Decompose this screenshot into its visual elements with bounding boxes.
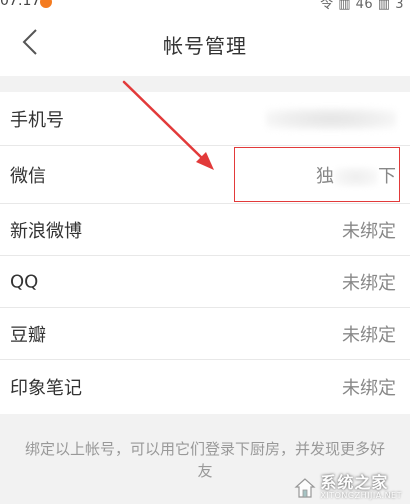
- account-label-yinxiang: 印象笔记: [10, 378, 82, 399]
- account-row-weibo[interactable]: 新浪微博 未绑定: [0, 204, 410, 256]
- watermark-text: 系统之家: [320, 473, 389, 492]
- account-status-weibo: 未绑定: [342, 220, 396, 242]
- house-logo-icon: [294, 477, 316, 498]
- account-row-qq[interactable]: QQ 未绑定: [0, 256, 410, 308]
- account-label-douban: 豆瓣: [10, 324, 46, 346]
- account-row-yinxiang[interactable]: 印象笔记 未绑定: [0, 360, 410, 414]
- phone-number-redacted: [266, 107, 396, 130]
- wechat-name-suffix: 下: [378, 165, 396, 187]
- page-title: 帐号管理: [163, 34, 247, 58]
- account-label-wechat: 微信: [10, 165, 46, 187]
- account-status-qq: 未绑定: [342, 272, 396, 294]
- account-row-phone[interactable]: 手机号: [0, 92, 410, 146]
- app-header: 帐号管理: [0, 10, 410, 76]
- watermark-url: XITONGZHIJIA.NET: [320, 491, 402, 500]
- account-row-wechat[interactable]: 微信 独下: [0, 146, 410, 204]
- account-status-douban: 未绑定: [342, 324, 396, 346]
- watermark: 系统之家 XITONGZHIJIA.NET: [294, 475, 402, 500]
- account-status-yinxiang: 未绑定: [342, 378, 396, 399]
- account-list: 手机号 微信 独下 新浪微博 未绑定 QQ 未绑定 豆瓣 未绑定 印象笔记 未绑…: [0, 92, 410, 414]
- status-bar: 07:17 令 ▥ 46 ▥ 3: [0, 0, 410, 10]
- notification-dot-icon: [40, 0, 52, 8]
- account-row-douban[interactable]: 豆瓣 未绑定: [0, 308, 410, 360]
- account-value-wechat: 独下: [316, 162, 396, 188]
- account-label-weibo: 新浪微博: [10, 220, 82, 242]
- wechat-name-prefix: 独: [316, 165, 334, 187]
- status-indicators: 令 ▥ 46 ▥ 3: [320, 0, 404, 10]
- wechat-name-redacted: [334, 166, 378, 187]
- account-label-phone: 手机号: [10, 109, 64, 131]
- account-label-qq: QQ: [10, 271, 39, 292]
- status-time: 07:17: [0, 0, 41, 9]
